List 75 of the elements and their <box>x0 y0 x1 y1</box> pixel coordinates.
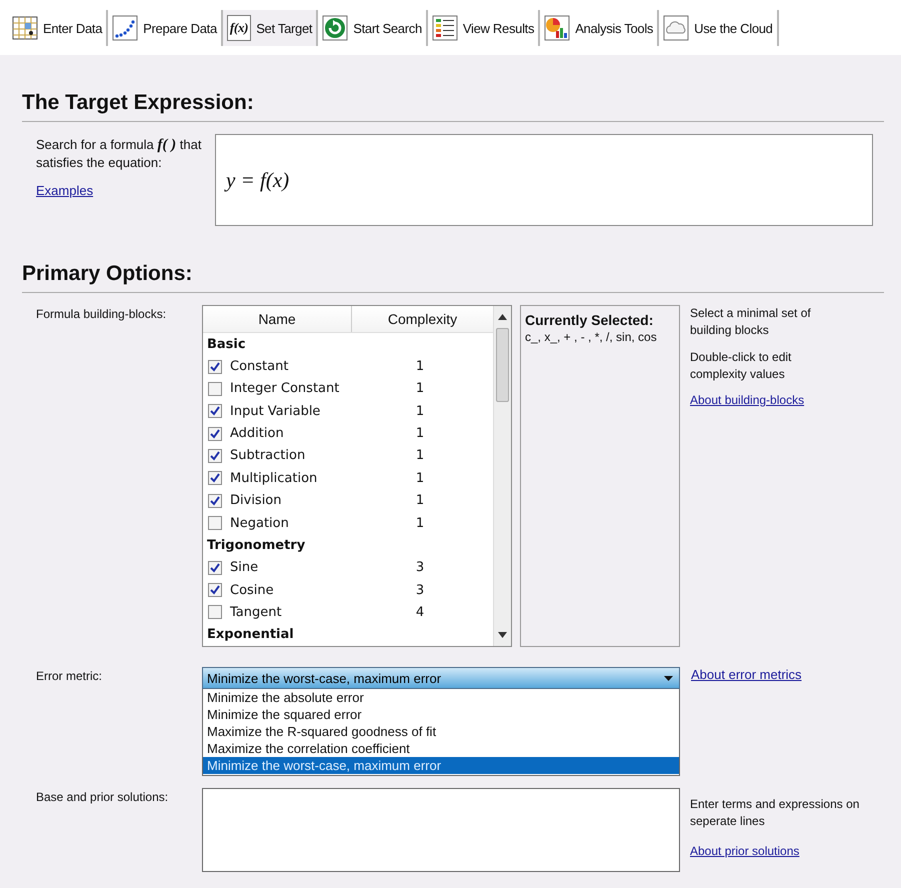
table-cell-text: 1 <box>414 359 426 374</box>
circular-arrow-icon <box>322 15 348 41</box>
section-heading: Primary Options: <box>22 226 884 293</box>
checkbox[interactable] <box>208 471 222 486</box>
scroll-down-icon[interactable] <box>498 632 507 638</box>
examples-link[interactable]: Examples <box>36 183 94 198</box>
column-header[interactable]: Name <box>203 306 352 332</box>
caret-icon <box>664 676 673 680</box>
help-text: Enter terms and expressions on seperate lines <box>690 796 860 830</box>
checkbox[interactable] <box>208 516 222 530</box>
table-cell-text: 1 <box>414 381 426 396</box>
section-heading: The Target Expression: <box>22 55 884 122</box>
building-blocks-list[interactable]: Name Complexity Basic Constant 1 Integer Constant 1 Input Variable 1 Addition 1 Subtraction 1 Multiplication 1 Division 1 Negation 1 Trigonometry Sine 3 Cosine 3 Tangent 4 Exponential <box>202 305 512 647</box>
table-cell-text: Sine <box>230 560 260 576</box>
checkbox[interactable] <box>208 382 222 396</box>
pie-bar-chart-icon <box>544 15 570 41</box>
dropdown-option[interactable]: Minimize the worst-case, maximum error <box>203 757 679 774</box>
scrollbar-thumb[interactable] <box>496 328 509 402</box>
grid-icon <box>12 15 38 41</box>
table-cell-text: 1 <box>414 404 426 419</box>
table-cell-text: 1 <box>414 493 426 508</box>
group-header: Exponential <box>206 627 294 642</box>
target-expression-field[interactable]: y = f(x) <box>215 134 873 226</box>
table-cell-text: 1 <box>414 516 426 531</box>
table-cell-text: 3 <box>414 560 426 576</box>
checkbox[interactable] <box>208 605 222 620</box>
cloud-icon <box>663 15 690 41</box>
checkbox[interactable] <box>208 360 222 374</box>
table-cell-text: Input Variable <box>230 404 322 419</box>
function-icon: f(x) <box>226 15 252 41</box>
dropdown-option[interactable]: Maximize the R-squared goodness of fit <box>203 723 679 740</box>
help-link[interactable]: About prior solutions <box>690 844 800 858</box>
table-cell-text: Multiplication <box>230 470 318 486</box>
group-header: Trigonometry <box>206 538 306 553</box>
help-text: Select a minimal set of building blocks <box>690 305 812 339</box>
column-header[interactable]: Complexity <box>352 306 493 332</box>
checkbox[interactable] <box>208 494 222 508</box>
panel-title: Currently Selected: <box>525 312 654 328</box>
field-label: Formula building-blocks: <box>36 306 168 323</box>
checkbox[interactable] <box>208 583 222 598</box>
formula-description: Search for a formula f( ) that satisfies the equation: <box>36 136 202 171</box>
dropdown-option[interactable]: Minimize the absolute error <box>203 689 679 706</box>
table-cell-text: 1 <box>414 426 426 442</box>
field-label: Error metric: <box>36 668 103 685</box>
table-cell-text: 1 <box>414 448 426 464</box>
table-cell-text: Division <box>230 493 283 508</box>
group-header: Basic <box>206 336 246 352</box>
checkbox[interactable] <box>208 448 222 463</box>
table-cell-text: 4 <box>414 604 426 620</box>
scrollbar[interactable] <box>493 306 511 646</box>
error-metric-dropdown[interactable]: Minimize the worst-case, maximum error <box>202 667 680 689</box>
toolbar-tab[interactable]: f(x) Set Target <box>222 10 318 46</box>
table-cell-text: Addition <box>230 426 285 442</box>
color-list-icon <box>432 15 458 41</box>
help-text: Double-click to edit complexity values <box>690 349 792 383</box>
table-cell-text: Constant <box>230 359 290 374</box>
checkbox[interactable] <box>208 426 222 441</box>
table-cell-text: 1 <box>414 470 426 486</box>
help-link[interactable]: About error metrics <box>691 667 802 682</box>
selected-blocks-text: c_, x_, + , - , *, /, sin, cos <box>525 330 658 345</box>
checkbox[interactable] <box>208 404 222 418</box>
dropdown-option[interactable]: Minimize the squared error <box>203 706 679 723</box>
scatter-dots-icon <box>112 15 138 41</box>
help-link[interactable]: About building-blocks <box>690 393 804 407</box>
table-cell-text: Tangent <box>230 604 283 620</box>
field-label: Base and prior solutions: <box>36 789 170 806</box>
table-cell-text: Integer Constant <box>230 381 340 396</box>
scroll-up-icon[interactable] <box>498 314 507 320</box>
table-cell-text: Subtraction <box>230 448 306 464</box>
prior-solutions-field[interactable] <box>202 788 680 872</box>
dropdown-option[interactable]: Maximize the correlation coefficient <box>203 740 679 757</box>
table-cell-text: Negation <box>230 516 290 531</box>
table-cell-text: 3 <box>414 582 426 598</box>
checkbox[interactable] <box>208 560 222 575</box>
table-cell-text: Cosine <box>230 582 275 598</box>
